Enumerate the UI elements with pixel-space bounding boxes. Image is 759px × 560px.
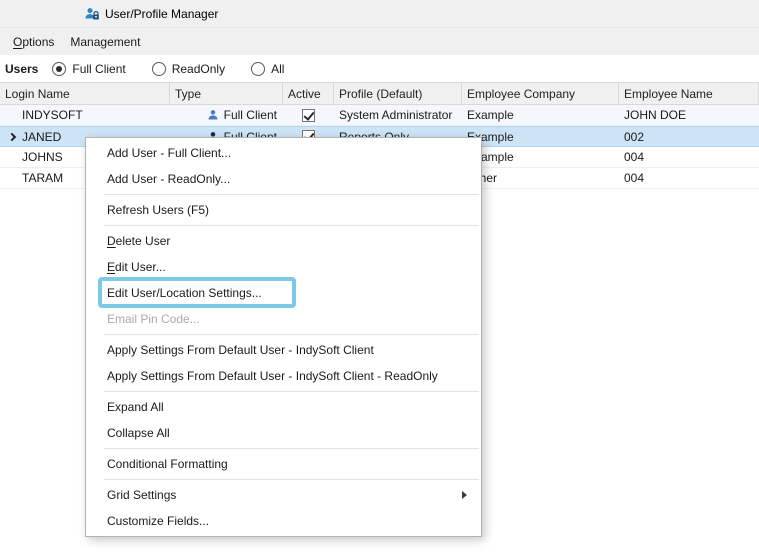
cell-company: Example (467, 150, 514, 164)
users-label: Users (5, 61, 39, 76)
column-header-profile-default[interactable]: Profile (Default) (334, 83, 462, 104)
table-row-indysoft[interactable]: INDYSOFT Full Client System Administrator E… (0, 105, 759, 126)
label: Management (70, 34, 141, 49)
label: Options (13, 34, 55, 49)
column-header-active[interactable]: Active (283, 83, 334, 104)
label: Apply Settings From Default User - IndyS… (107, 343, 374, 357)
cell-company: Example (467, 108, 514, 122)
menu-item-collapse-all[interactable]: Collapse All (86, 420, 481, 446)
label: Email Pin Code... (107, 312, 200, 326)
cell-company: Other (467, 171, 498, 185)
cell-employee: 004 (624, 171, 645, 185)
user-lock-icon (85, 7, 99, 21)
label: Refresh Users (F5) (107, 203, 210, 217)
cell-type: Full Client (170, 105, 283, 125)
grid-header-row: Login Name Type Active Profile (Default) Emp… (0, 82, 759, 105)
label: Add User - Full Client... (107, 146, 232, 160)
menu-separator (104, 479, 479, 480)
menu-item-add-user-full-client[interactable]: Add User - Full Client... (86, 140, 481, 166)
menu-separator (104, 448, 479, 449)
context-menu: Add User - Full Client... Add User - Read… (85, 137, 482, 537)
cell-profile: System Administrator (339, 108, 453, 122)
user-person-icon (207, 109, 219, 121)
column-header-employee-company[interactable]: Employee Company (462, 83, 619, 104)
cell-employee: 002 (624, 129, 645, 144)
selected-row-arrow-icon (7, 132, 17, 142)
menu-item-apply-settings-from-default-user-indysoft-client[interactable]: Apply Settings From Default User - IndyS… (86, 337, 481, 363)
menu-item-refresh-users-f5[interactable]: Refresh Users (F5) (86, 197, 481, 223)
cell-employee: 004 (624, 150, 645, 164)
cell-company: Example (467, 129, 514, 144)
radio-circle-icon (52, 61, 67, 76)
column-header-login-name[interactable]: Login Name (0, 83, 170, 104)
radio-circle-icon (151, 61, 166, 76)
menu-item-add-user-readonly[interactable]: Add User - ReadOnly... (86, 166, 481, 192)
window-title: User/Profile Manager (105, 6, 219, 21)
cell-active (283, 105, 334, 125)
menu-separator (104, 225, 479, 226)
menu-item-conditional-formatting[interactable]: Conditional Formatting (86, 451, 481, 477)
menu-item-email-pin-code: Email Pin Code... (86, 306, 481, 332)
label: Customize Fields... (107, 514, 210, 528)
label: Conditional Formatting (107, 457, 228, 471)
label: Expand All (107, 400, 164, 414)
radio-option-full-client[interactable]: Full Client (52, 61, 126, 76)
radio-option-all[interactable]: All (251, 61, 285, 76)
label: Delete User (107, 234, 171, 248)
label: Apply Settings From Default User - IndyS… (107, 369, 438, 383)
radio-label: Full Client (72, 61, 126, 76)
label: Edit User... (107, 260, 166, 274)
menu-item-delete-user[interactable]: Delete User (86, 228, 481, 254)
label: Collapse All (107, 426, 170, 440)
menu-item-edit-user-location-settings[interactable]: Edit User/Location Settings... (86, 277, 481, 308)
radio-label: ReadOnly (171, 61, 226, 76)
menu-separator (104, 391, 479, 392)
menu-item-expand-all[interactable]: Expand All (86, 394, 481, 420)
menu-separator (104, 334, 479, 335)
menu-separator (104, 194, 479, 195)
menubar: Options Management (0, 28, 759, 55)
label: Grid Settings (107, 488, 177, 502)
radio-label: All (271, 61, 285, 76)
column-header-employee-name[interactable]: Employee Name (619, 83, 759, 104)
radio-option-readonly[interactable]: ReadOnly (151, 61, 226, 76)
menu-item-edit-user[interactable]: Edit User... (86, 254, 481, 280)
users-filter-bar: Users Full Client ReadOnly All (0, 55, 759, 82)
menubar-item-options[interactable]: Options (5, 31, 62, 53)
cell-login: INDYSOFT (22, 108, 83, 122)
submenu-arrow-icon (462, 491, 467, 499)
titlebar: User/Profile Manager (0, 0, 759, 28)
users-radio-group: Full Client ReadOnly All (52, 61, 285, 76)
active-checkbox[interactable] (302, 108, 315, 122)
label: Add User - ReadOnly... (107, 172, 231, 186)
menu-item-apply-settings-from-default-user-indysoft-client-readonly[interactable]: Apply Settings From Default User - IndyS… (86, 363, 481, 389)
cell-employee: JOHN DOE (624, 108, 687, 122)
column-header-type[interactable]: Type (170, 83, 283, 104)
menu-item-customize-fields[interactable]: Customize Fields... (86, 508, 481, 534)
menu-item-grid-settings[interactable]: Grid Settings (86, 482, 481, 508)
radio-circle-icon (251, 61, 266, 76)
label: Edit User/Location Settings... (107, 286, 262, 300)
menubar-item-management[interactable]: Management (62, 31, 148, 53)
type-label: Full Client (223, 108, 277, 122)
